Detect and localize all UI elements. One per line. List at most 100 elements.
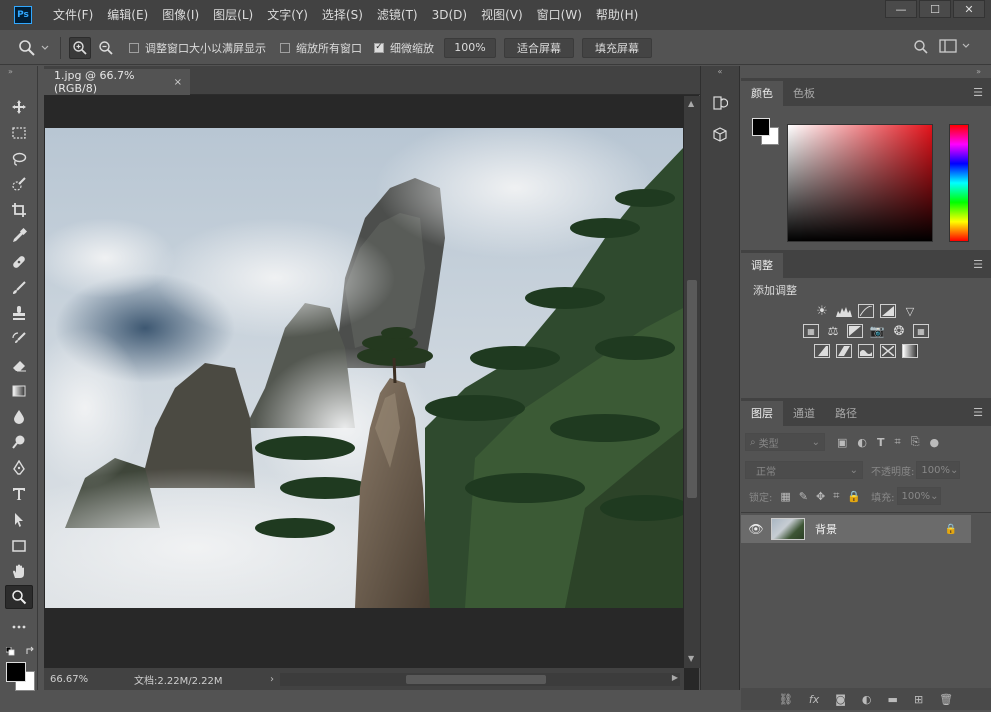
zoom-100-button[interactable]: 100% (444, 37, 496, 58)
zoom-level[interactable]: 66.67% (44, 674, 104, 685)
new-adjustment-icon[interactable]: ◐ (862, 693, 872, 706)
zoom-out-button[interactable] (95, 37, 117, 59)
lock-position-icon[interactable]: ✥ (816, 490, 825, 503)
selective-color-icon[interactable] (880, 344, 896, 358)
collapse-toolbar-icon[interactable]: » (0, 66, 37, 78)
tab-adjustments[interactable]: 调整 (741, 253, 783, 278)
menu-file[interactable]: 文件(F) (46, 0, 100, 30)
layer-filter-kind[interactable]: ⌕ 类型 ⌄ (745, 433, 825, 451)
pixel-filter-icon[interactable]: ▣ (837, 436, 847, 449)
tab-paths[interactable]: 路径 (825, 401, 867, 426)
clone-stamp-tool[interactable] (5, 301, 33, 325)
brush-tool[interactable] (5, 276, 33, 300)
lock-all-icon[interactable]: 🔒 (847, 490, 861, 503)
eye-icon[interactable]: 👁 (741, 522, 771, 536)
opacity-field[interactable]: 100% ⌄ (916, 461, 961, 479)
fill-screen-button[interactable]: 填充屏幕 (582, 37, 652, 58)
edit-toolbar-button[interactable] (5, 615, 33, 639)
layer-row-background[interactable]: 👁 背景 🔒 (741, 515, 971, 543)
menu-select[interactable]: 选择(S) (315, 0, 370, 30)
menu-window[interactable]: 窗口(W) (530, 0, 589, 30)
close-tab-icon[interactable]: × (174, 77, 182, 88)
blur-tool[interactable] (5, 405, 33, 429)
menu-help[interactable]: 帮助(H) (589, 0, 645, 30)
lasso-tool[interactable] (5, 147, 33, 171)
zoom-tool[interactable] (4, 585, 33, 610)
vibrance-icon[interactable]: ▽ (902, 304, 918, 318)
menu-edit[interactable]: 编辑(E) (100, 0, 155, 30)
gradient-tool[interactable] (5, 379, 33, 403)
color-lookup-icon[interactable]: ▦ (913, 324, 929, 338)
dodge-tool[interactable] (5, 430, 33, 454)
menu-filter[interactable]: 滤镜(T) (370, 0, 425, 30)
tab-color[interactable]: 颜色 (741, 81, 783, 106)
fill-field[interactable]: 100% ⌄ (896, 487, 941, 505)
layer-mask-icon[interactable]: ◙ (835, 693, 846, 706)
threshold-icon[interactable] (858, 344, 874, 358)
new-layer-icon[interactable]: ⊞ (914, 693, 923, 706)
fx-icon[interactable]: fx (809, 693, 819, 706)
lock-artboard-icon[interactable]: ⌗ (833, 489, 839, 503)
menu-layer[interactable]: 图层(L) (206, 0, 260, 30)
tab-swatches[interactable]: 色板 (783, 81, 825, 106)
resize-windows-checkbox[interactable] (129, 42, 139, 53)
invert-icon[interactable] (814, 344, 830, 358)
levels-icon[interactable] (836, 304, 852, 318)
resize-windows-option[interactable]: 调整窗口大小以满屏显示 (129, 40, 266, 56)
zoom-all-option[interactable]: 缩放所有窗口 (280, 40, 362, 56)
path-selection-tool[interactable] (5, 508, 33, 532)
scroll-up-icon[interactable]: ▲ (688, 99, 694, 108)
move-tool[interactable] (5, 95, 33, 119)
type-filter-icon[interactable]: T (877, 436, 885, 449)
fit-screen-button[interactable]: 适合屏幕 (504, 37, 574, 58)
photo-filter-icon[interactable]: 📷 (869, 324, 885, 338)
properties-panel-button[interactable] (710, 124, 730, 146)
filter-toggle-icon[interactable]: ● (930, 436, 940, 449)
healing-brush-tool[interactable] (5, 250, 33, 274)
foreground-color-swatch[interactable] (6, 661, 26, 682)
status-menu-arrow-icon[interactable]: › (270, 674, 274, 685)
horizontal-scrollbar[interactable]: ▶ (280, 672, 680, 686)
history-brush-tool[interactable] (5, 327, 33, 351)
document-tab[interactable]: 1.jpg @ 66.7%(RGB/8) × (44, 69, 190, 95)
channel-mixer-icon[interactable]: ❂ (891, 324, 907, 339)
vertical-scroll-thumb[interactable] (687, 280, 697, 498)
adjustment-filter-icon[interactable]: ◐ (857, 436, 867, 449)
gradient-map-icon[interactable] (902, 344, 918, 358)
tab-layers[interactable]: 图层 (741, 401, 783, 426)
shape-filter-icon[interactable]: ⌗ (895, 435, 901, 449)
swap-colors-icon[interactable] (25, 646, 35, 656)
link-layers-icon[interactable]: ⛓ (779, 693, 793, 706)
maximize-button[interactable]: ☐ (919, 0, 951, 18)
menu-type[interactable]: 文字(Y) (260, 0, 315, 30)
tab-channels[interactable]: 通道 (783, 401, 825, 426)
scrubby-zoom-option[interactable]: ✓ 细微缩放 (374, 40, 434, 56)
type-tool[interactable] (5, 482, 33, 506)
hue-saturation-icon[interactable]: ▦ (803, 324, 819, 338)
vertical-scrollbar[interactable]: ▲ ▼ (684, 96, 700, 668)
hand-tool[interactable] (5, 559, 33, 583)
blend-mode-dropdown[interactable]: 正常 ⌄ (745, 461, 863, 479)
eyedropper-tool[interactable] (5, 224, 33, 248)
exposure-icon[interactable] (880, 304, 896, 318)
pen-tool[interactable] (5, 456, 33, 480)
menu-image[interactable]: 图像(I) (155, 0, 206, 30)
zoom-in-button[interactable] (69, 36, 91, 59)
color-field[interactable] (787, 124, 933, 242)
zoom-all-checkbox[interactable] (280, 42, 290, 53)
lock-transparent-icon[interactable]: ▦ (780, 490, 790, 503)
panel-menu-icon[interactable]: ☰ (973, 406, 983, 419)
rectangle-tool[interactable] (5, 534, 33, 558)
curves-icon[interactable] (858, 304, 874, 318)
panel-menu-icon[interactable]: ☰ (973, 86, 983, 99)
color-balance-icon[interactable]: ⚖ (825, 324, 841, 338)
new-group-icon[interactable]: ▬ (888, 693, 898, 706)
brightness-icon[interactable]: ☀ (814, 304, 830, 319)
collapse-dock-icon[interactable]: » (741, 66, 991, 78)
menu-3d[interactable]: 3D(D) (425, 0, 474, 30)
eraser-tool[interactable] (5, 353, 33, 377)
scrubby-zoom-checkbox[interactable]: ✓ (374, 42, 384, 53)
tool-preset-picker[interactable] (18, 39, 50, 57)
posterize-icon[interactable] (836, 344, 852, 358)
workspace-switcher[interactable] (939, 39, 971, 53)
